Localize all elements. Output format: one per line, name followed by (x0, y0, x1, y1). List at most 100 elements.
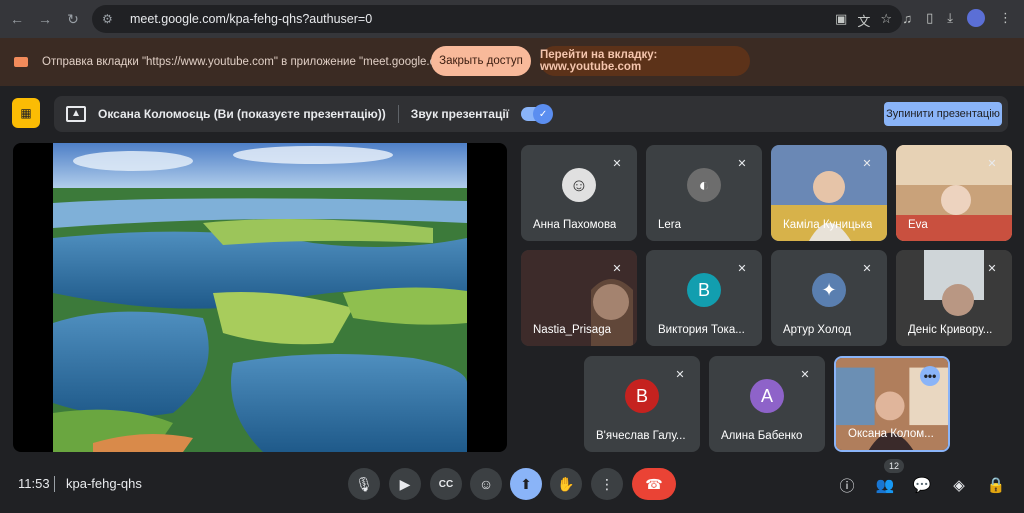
omnibox-actions: ▣ 文 ☆ (835, 11, 892, 30)
translate-icon[interactable]: 文 (857, 11, 870, 30)
participant-name: Nastia_Prisaga (533, 324, 611, 336)
avatar: ◐ (687, 168, 721, 203)
people-icon: 👥 (875, 477, 895, 494)
participant-name: Алина Бабенко (721, 430, 803, 442)
mic-off-icon: ✕ (737, 157, 747, 170)
site-settings-icon[interactable]: ⚙ (102, 12, 118, 26)
participant-tile[interactable]: А ✕ Алина Бабенко (709, 356, 825, 452)
downloads-icon[interactable]: ⤓ (947, 10, 953, 26)
hand-icon: ✋ (557, 475, 575, 492)
presentation-sound-toggle[interactable]: ✓ (521, 104, 554, 124)
address-bar[interactable]: ⚙ meet.google.com/kpa-fehg-qhs?authuser=… (92, 5, 902, 33)
participant-name: Анна Пахомова (533, 219, 617, 231)
back-icon[interactable]: ← (6, 8, 28, 30)
mic-off-icon: ✕ (737, 262, 747, 275)
cast-tab-icon (14, 57, 28, 67)
phone-hangup-icon: ☎ (645, 475, 663, 492)
participant-tile[interactable]: ☺ ✕ Анна Пахомова (521, 145, 637, 241)
present-screen-icon (66, 106, 86, 122)
camera-button[interactable]: ▶ (389, 468, 421, 500)
mic-off-icon: ✕ (987, 262, 997, 275)
presentation-sound-label: Звук презентації (410, 107, 510, 121)
participant-tile[interactable]: ✕ Eva (896, 145, 1012, 241)
meeting-time: 11:53 (18, 476, 50, 491)
browser-toolbar: ← → ↻ ⚙ meet.google.com/kpa-fehg-qhs?aut… (0, 0, 1024, 38)
participant-tile[interactable]: ✕ Nastia_Prisaga (521, 250, 637, 346)
mic-off-icon: ✕ (675, 368, 685, 381)
forward-icon[interactable]: → (34, 8, 56, 30)
url-text: meet.google.com/kpa-fehg-qhs?authuser=0 (130, 12, 373, 26)
more-options-button[interactable]: ⋮ (591, 468, 623, 500)
divider (397, 105, 399, 123)
chat-button[interactable]: 💬 (911, 474, 933, 496)
participant-name: Lera (658, 219, 682, 231)
avatar: В (687, 273, 721, 308)
participant-tile[interactable]: В ✕ Виктория Тока... (646, 250, 762, 346)
mic-off-icon: ✕ (612, 262, 622, 275)
stop-sharing-button[interactable]: Закрыть доступ (431, 46, 531, 76)
media-control-icon[interactable]: ♫ (902, 11, 912, 26)
reactions-button[interactable]: ☺ (470, 468, 502, 500)
participant-tile[interactable]: В ✕ В'ячеслав Галу... (584, 356, 700, 452)
mic-off-icon: ✕ (862, 157, 872, 170)
presenter-label: Оксана Коломоєць (Ви (показуєте презента… (98, 107, 386, 121)
divider (54, 476, 55, 492)
raise-hand-button[interactable]: ✋ (550, 468, 582, 500)
more-options-icon[interactable]: ••• (920, 366, 940, 386)
meeting-code: kpa-fehg-qhs (66, 476, 142, 491)
stop-presenting-button[interactable]: Зупинити презентацію (884, 102, 1002, 126)
camera-icon: ▶ (399, 475, 411, 492)
self-tile[interactable]: ••• Оксана Колом... (834, 356, 950, 452)
leave-call-button[interactable]: ☎ (632, 468, 676, 500)
presenting-banner: Оксана Коломоєць (Ви (показуєте презента… (54, 96, 1008, 132)
avatar: ✦ (812, 273, 846, 308)
microphone-button[interactable]: 🎙 (348, 468, 380, 500)
lock-person-icon: 🔒 (986, 477, 1006, 494)
bookmark-star-icon[interactable]: ☆ (880, 11, 892, 30)
participant-tile[interactable]: ✦ ✕ Артур Холод (771, 250, 887, 346)
tab-sharing-infobar: Отправка вкладки "https://www.youtube.co… (0, 38, 1024, 86)
reload-icon[interactable]: ↻ (62, 8, 84, 30)
mic-off-icon: ✕ (987, 157, 997, 170)
participant-name: Артур Холод (783, 324, 851, 336)
mic-off-icon: ✕ (862, 262, 872, 275)
participant-name: Виктория Тока... (658, 324, 745, 336)
camera-in-use-icon[interactable]: ▣ (835, 11, 847, 30)
meeting-details-button[interactable]: ⓘ (836, 474, 858, 496)
participant-tile[interactable]: ✕ Каміла Куницька (771, 145, 887, 241)
activities-button[interactable]: ◈ (948, 474, 970, 496)
check-icon: ✓ (533, 104, 554, 124)
present-screen-icon: ⬆ (520, 475, 532, 492)
present-button[interactable]: ⬆ (510, 468, 542, 500)
participant-name: Eva (908, 219, 928, 231)
captions-icon: CC (438, 478, 454, 490)
infobar-message: Отправка вкладки "https://www.youtube.co… (42, 56, 466, 68)
menu-icon[interactable]: ⋮ (999, 10, 1012, 26)
info-icon: ⓘ (839, 477, 855, 495)
activities-icon: ◈ (953, 477, 965, 494)
shared-landscape-image (53, 143, 467, 452)
side-panel-icon[interactable]: ▯ (926, 10, 933, 26)
presentation-badge-icon[interactable]: ▦ (12, 98, 40, 128)
presentation-stage (13, 143, 507, 452)
participant-count-badge: 12 (884, 459, 904, 473)
emoji-icon: ☺ (478, 476, 494, 492)
browser-actions: ♫ ▯ ⤓ ⋮ (902, 9, 1012, 27)
mic-off-icon: ✕ (612, 157, 622, 170)
participant-tile[interactable]: ◐ ✕ Lera (646, 145, 762, 241)
more-vert-icon: ⋮ (600, 475, 614, 492)
avatar: А (750, 379, 784, 414)
participant-name: Каміла Куницька (783, 219, 873, 231)
host-controls-button[interactable]: 🔒 (985, 474, 1007, 496)
participant-tile[interactable]: ✕ Деніс Кривору... (896, 250, 1012, 346)
mic-icon: 🎙 (355, 475, 373, 492)
participant-name: Оксана Колом... (848, 428, 934, 440)
mic-off-icon: ✕ (800, 368, 810, 381)
avatar: ☺ (562, 168, 596, 203)
profile-avatar[interactable] (967, 9, 985, 27)
participant-name: В'ячеслав Галу... (596, 430, 686, 442)
people-button[interactable]: 👥 (874, 474, 896, 496)
chat-icon: 💬 (912, 477, 932, 494)
go-to-tab-button[interactable]: Перейти на вкладку: www.youtube.com (540, 46, 750, 76)
captions-button[interactable]: CC (430, 468, 462, 500)
